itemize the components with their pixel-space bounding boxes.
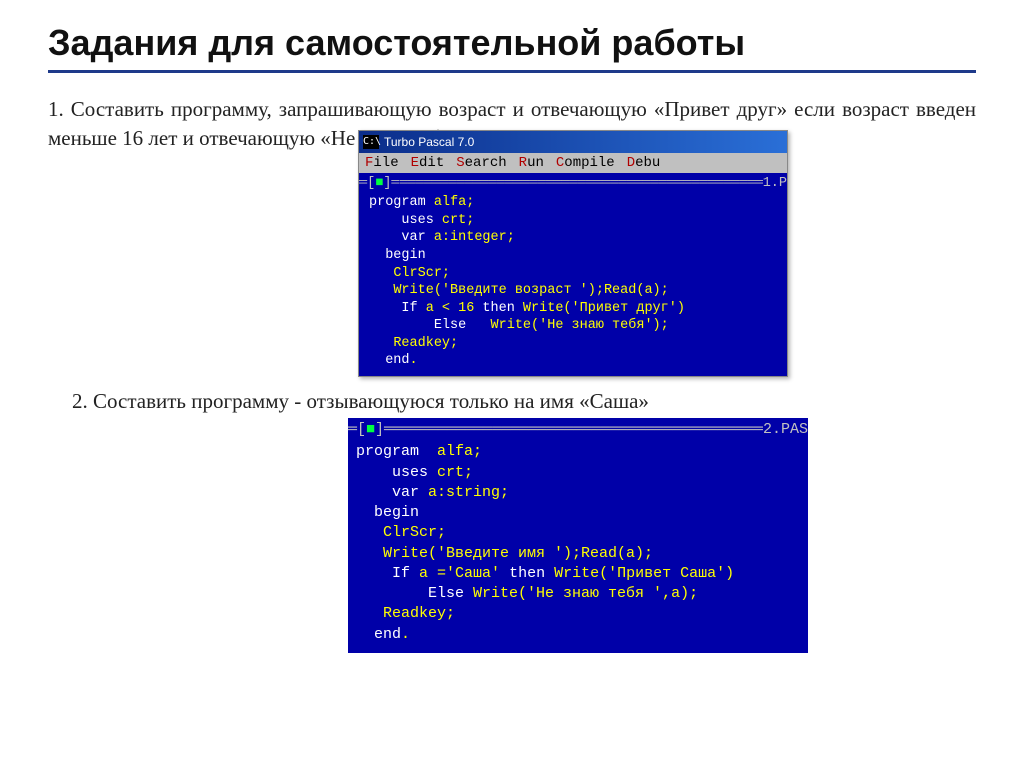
code-line: Write('Введите имя ');Read(a); [348,544,808,564]
code-line: Write('Введите возраст ');Read(a); [359,282,787,300]
code-line: uses crt; [359,212,787,230]
code-line: begin [348,503,808,523]
task2-number: 2. [72,389,88,413]
code-line: Readkey; [348,604,808,624]
code-line: Else Write('Не знаю тебя'); [359,317,787,335]
slide: Задания для самостоятельной работы 1. Со… [0,0,1024,673]
code-line: var a:integer; [359,229,787,247]
close-bracket-l: ═[ [359,175,375,193]
menu-run[interactable]: Run [519,155,544,171]
close-bracket-r: ]═ [383,175,399,193]
menu-file[interactable]: File [365,155,399,171]
filename-2: 2.PAS [763,420,808,440]
editor-tab-line: ═[■]═ ══════════════════════════════════… [359,175,787,195]
code-line: Else Write('Не знаю тебя ',a); [348,584,808,604]
tab-line-filler: ════════════════════════════════════════… [393,420,763,440]
close-bracket-r: ]═ [375,420,393,440]
task1-number: 1. [48,97,64,121]
close-icon[interactable]: ■ [375,175,383,193]
menu-debug[interactable]: Debu [627,155,661,171]
code-line: program alfa; [359,194,787,212]
title-underline [48,70,976,73]
task2-body: Составить программу - отзывающуюся тольк… [93,389,649,413]
tab-line-filler: ════════════════════════════════════════… [400,175,763,193]
menu-compile[interactable]: Compile [556,155,615,171]
turbo-pascal-window: C:\ Turbo Pascal 7.0 File Edit Search Ru… [358,130,788,377]
editor-pane-2: ═[■]═ ══════════════════════════════════… [348,418,808,653]
menu-edit[interactable]: Edit [411,155,445,171]
code-line: If a ='Саша' then Write('Привет Саша') [348,564,808,584]
filename-1: 1.P [763,175,787,193]
code-line: end. [348,625,808,645]
code-line: begin [359,247,787,265]
code-line: var a:string; [348,483,808,503]
code-line: ClrScr; [359,265,787,283]
code-line: uses crt; [348,463,808,483]
menu-search[interactable]: Search [456,155,506,171]
menubar: File Edit Search Run Compile Debu [359,153,787,173]
close-bracket-l: ═[ [348,420,366,440]
code-line: end. [359,352,787,370]
system-icon: C:\ [363,135,379,149]
editor-tab-line-2: ═[■]═ ══════════════════════════════════… [348,420,808,442]
window-titlebar: C:\ Turbo Pascal 7.0 [359,131,787,153]
window-title: Turbo Pascal 7.0 [384,135,474,149]
code-line: Readkey; [359,335,787,353]
code-line: program alfa; [348,442,808,462]
task2-text: 2. Составить программу - отзывающуюся то… [72,387,976,416]
code-line: If a < 16 then Write('Привет друг') [359,300,787,318]
page-title: Задания для самостоятельной работы [48,22,976,64]
editor-pane-1: ═[■]═ ══════════════════════════════════… [359,173,787,376]
close-icon[interactable]: ■ [366,420,375,440]
code-line: ClrScr; [348,523,808,543]
